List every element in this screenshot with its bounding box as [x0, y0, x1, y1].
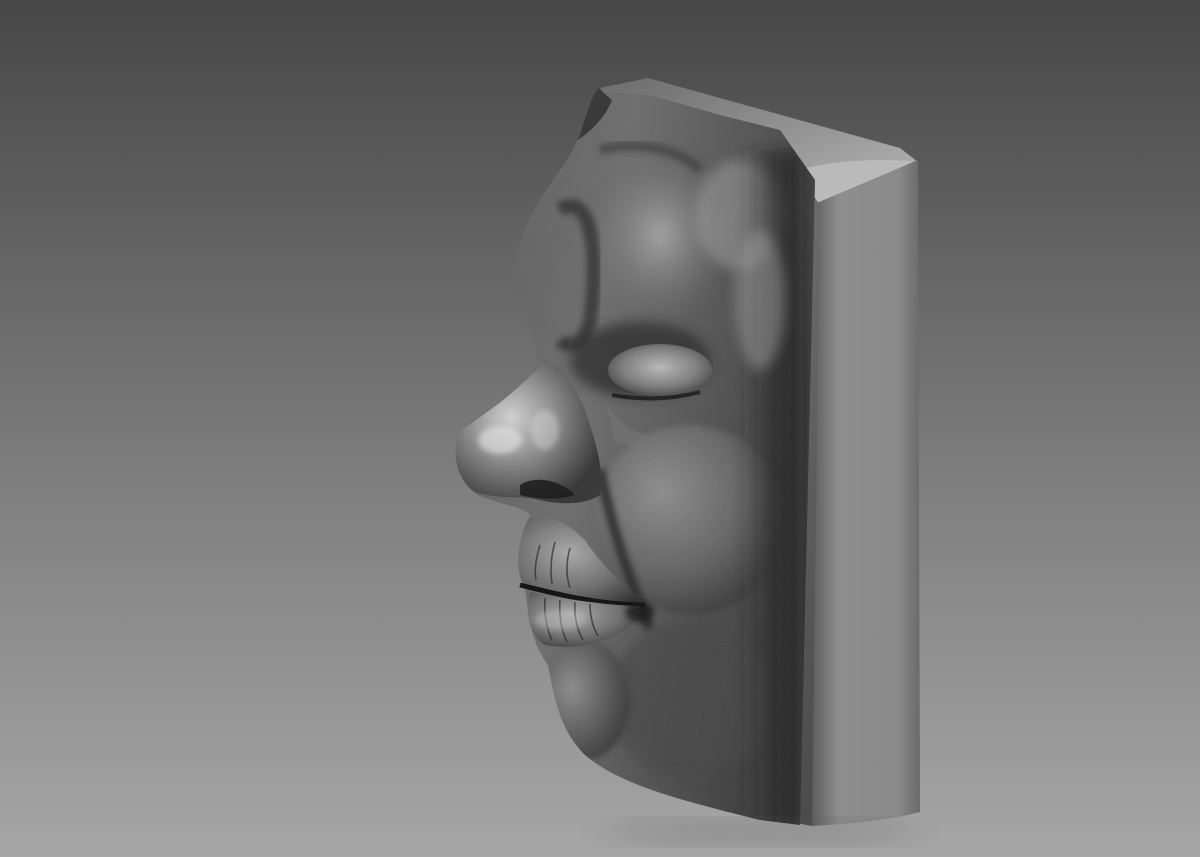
ground-shadow: [600, 822, 920, 842]
block-side-face: [812, 160, 920, 826]
render-canvas: [0, 0, 1200, 857]
render-viewport: [0, 0, 1200, 857]
